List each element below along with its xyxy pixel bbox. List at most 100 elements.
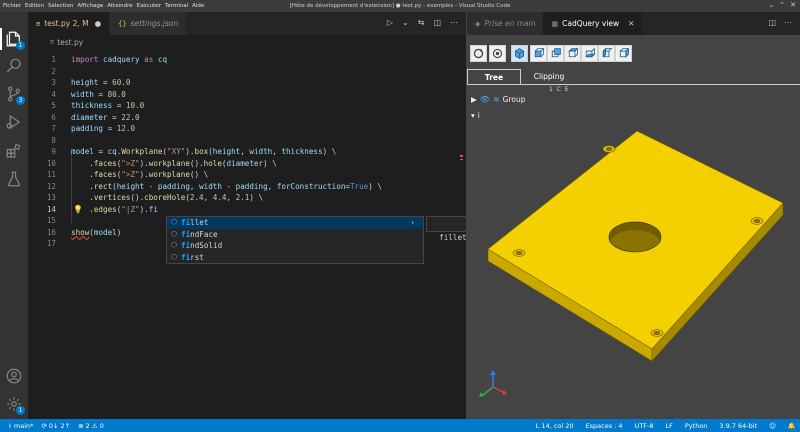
code-line[interactable]: 8 [28,135,466,147]
code-line[interactable]: 2 [28,66,466,78]
manage-gear-icon[interactable]: 1 [5,395,25,415]
perspective-icon [492,48,503,59]
settings-badge: 1 [16,406,25,415]
more-actions-icon[interactable]: ⋯ [450,18,458,27]
menu-item[interactable]: Fichier [3,3,21,9]
code-line[interactable]: 1 import cadquery as cq [28,54,466,66]
suggestion-item[interactable]: ⬡ fi ndFace [167,229,423,241]
suggestion-item[interactable]: ⬡ fi llet [167,217,423,229]
tab-test-py[interactable]: ≡ test.py 2, M ● [28,12,111,35]
view-front-button[interactable] [530,45,547,62]
code-line[interactable]: 11 .faces(">Z").workplane() \ [28,169,466,181]
menu-item[interactable]: Edition [25,3,44,9]
code-line[interactable]: 13 .vertices().cboreHole(2.4, 4.4, 2.1) … [28,192,466,204]
compare-changes-icon[interactable]: ⇆ [418,18,425,27]
code-text: diameter = 22.0 [71,112,140,122]
run-icon[interactable]: ▷ [387,18,393,27]
menu-item[interactable]: Exécuter [137,3,161,9]
search-icon[interactable] [5,57,23,75]
tab-cadquery-view[interactable]: ▦ CadQuery view ✕ [543,12,643,35]
code-line[interactable]: 4 width = 80.0 [28,89,466,101]
code-line[interactable]: 12 .rect(height - padding, width - paddi… [28,181,466,193]
tree-child-label: i [477,111,480,120]
right-cube-icon [619,47,629,58]
tree-item-group[interactable]: ▶ 👁 ≋ Group [471,95,525,104]
tree-group-label: Group [502,95,526,104]
suggestion-item[interactable]: ⬡ fi ndSolid [167,240,423,252]
extensions-icon[interactable] [5,142,23,160]
tab-label: CadQuery view [562,19,620,28]
problems-indicator[interactable]: ⊗ 2 ⚠ 0 [78,422,104,430]
code-line[interactable]: 10 .faces(">Z").workplane().hole(diamete… [28,158,466,170]
breadcrumb-file[interactable]: test.py [57,38,83,47]
indentation[interactable]: Espaces : 4 [586,422,623,430]
code-line[interactable]: 5 thickness = 10.0 [28,100,466,112]
explorer-icon[interactable]: 1 [5,30,25,50]
tab-tree[interactable]: Tree [467,69,521,85]
editor-tabs: ≡ test.py 2, M ● {} settings.json ▷ ⌄ ⇆ … [28,12,466,35]
preview-icon: ▦ [551,19,559,28]
tree-item-child[interactable]: ▾ i [471,111,480,120]
encoding[interactable]: UTF-8 [635,422,654,430]
sync-indicator[interactable]: ⟳ 0↓ 2↑ [41,422,70,430]
tab-clipping[interactable]: Clipping [523,69,575,85]
code-text: import cadquery as cq [71,55,168,64]
language-mode[interactable]: Python [685,422,708,430]
menu-item[interactable]: Aide [192,3,204,9]
end-of-line[interactable]: LF [666,422,673,430]
clip-labels: 1 C E [549,86,570,93]
tab-settings-json[interactable]: {} settings.json [110,12,188,35]
code-line[interactable]: 9 model = cq.Workplane("XY").box(height, … [28,146,466,158]
modified-dot-icon[interactable]: ● [95,19,102,28]
account-icon[interactable] [5,367,23,385]
close-tab-icon[interactable]: ✕ [628,19,634,28]
code-line[interactable]: 3 height = 60.0 [28,77,466,89]
view-left-button[interactable] [598,45,615,62]
collapse-triangle-icon[interactable]: ▾ [471,111,475,120]
menu-item[interactable]: Sélection [48,3,73,9]
menu-item[interactable]: Atteindre [107,3,132,9]
iso-cube-icon [515,48,524,59]
testing-icon[interactable] [5,170,23,188]
line-number: 17 [46,239,56,248]
suggestion-item[interactable]: ⬡ fi rst [167,252,423,264]
minimize-icon[interactable]: ⌄ [768,1,774,9]
run-debug-icon[interactable] [5,113,23,131]
python-interpreter[interactable]: 3.9.7 64-bit [719,422,757,430]
line-number: 15 [46,216,56,225]
split-editor-icon[interactable]: ◫ [768,18,776,27]
notifications-bell-icon[interactable]: 🔔 [788,422,796,430]
feedback-icon[interactable]: ☺ [769,422,776,430]
view-rear-button[interactable] [547,45,564,62]
code-line[interactable]: 7 padding = 12.0 [28,123,466,135]
maximize-icon[interactable]: ⌃ [779,1,785,9]
view-top-button[interactable] [564,45,581,62]
editor-actions: ▷ ⌄ ⇆ ◫ ⋯ [387,18,458,27]
axes-toggle-button[interactable] [470,45,487,62]
grid-toggle-button[interactable] [489,45,506,62]
menu-item[interactable]: Affichage [77,3,103,9]
cursor-position[interactable]: L 14, col 20 [536,422,574,430]
split-editor-icon[interactable]: ◫ [433,18,441,27]
view-right-button[interactable] [615,45,632,62]
code-line[interactable]: 14 .edges("|Z").fi [28,204,466,216]
code-text: .faces(">Z").workplane().hole(diameter) … [71,158,277,168]
3d-model-view[interactable] [467,125,800,419]
close-window-icon[interactable]: ✕ [790,1,796,9]
visibility-eye-icon[interactable]: 👁 [480,95,490,104]
tab-getting-started[interactable]: ◈ Prise en main [467,12,544,35]
mesh-toggle-icon[interactable]: ≋ [493,95,500,104]
cad-viewer: Tree Clipping 1 C E ▶ 👁 ≋ Group ▾ i [466,35,800,419]
view-iso-button[interactable] [511,45,528,62]
expand-triangle-icon[interactable]: ▶ [471,95,477,104]
more-actions-icon[interactable]: ⋯ [784,18,792,27]
menu-item[interactable]: Terminal [165,3,188,9]
chevron-right-icon[interactable]: › [410,218,415,227]
code-line[interactable]: 6 diameter = 22.0 [28,112,466,124]
view-bottom-button[interactable] [581,45,598,62]
source-control-icon[interactable]: 3 [5,85,25,105]
front-cube-icon [534,47,545,58]
branch-indicator[interactable]: ᚼ main* [8,422,33,430]
status-right: L 14, col 20 Espaces : 4 UTF-8 LF Python… [536,419,796,432]
chevron-down-icon[interactable]: ⌄ [402,18,409,27]
